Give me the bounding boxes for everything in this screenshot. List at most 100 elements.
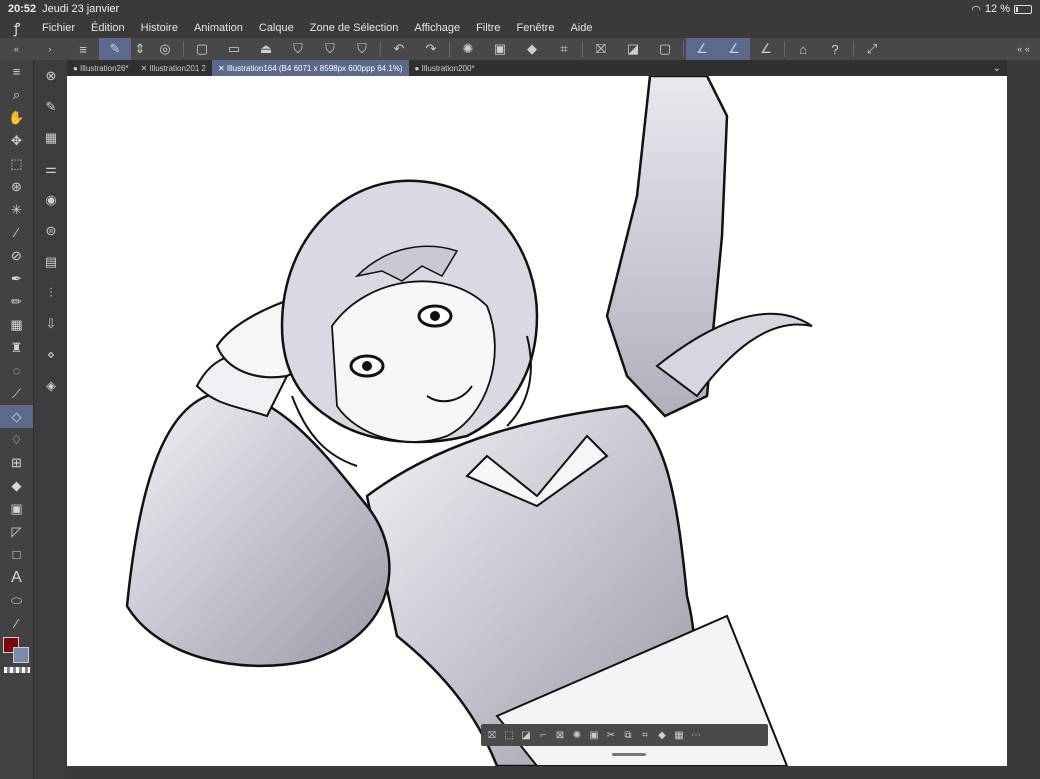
menu-edition[interactable]: Édition [83, 22, 133, 34]
paste-icon[interactable]: ⧉ [621, 728, 635, 742]
collapse-right-icon[interactable]: « « [1007, 38, 1040, 60]
drawing-canvas[interactable] [67, 76, 1007, 766]
expand-selection-icon[interactable]: ⌐ [536, 728, 550, 742]
pen-tool-icon[interactable]: ✒ [0, 267, 33, 290]
document-tabs: ● Illustration26* ✕ Illustration201 2 ✕ … [67, 60, 1007, 76]
menu-fenetre[interactable]: Fenêtre [509, 22, 563, 34]
clear-selection-icon[interactable]: ✺ [570, 728, 584, 742]
select-tool-icon[interactable]: ⬚ [0, 152, 33, 175]
copy-icon[interactable]: ▣ [587, 728, 601, 742]
airbrush-icon[interactable]: ♜ [0, 336, 33, 359]
hand-tool-icon[interactable]: ✋ [0, 106, 33, 129]
eyedropper-icon[interactable]: ⁄ [0, 221, 33, 244]
line-correction-icon[interactable]: ⁄ [0, 612, 33, 635]
snap-special-ruler-icon[interactable]: ∠ [718, 38, 750, 60]
fullscreen-icon[interactable]: ⤢ [856, 38, 888, 60]
export2-icon[interactable]: ⛉ [314, 38, 346, 60]
menu-aide[interactable]: Aide [562, 22, 600, 34]
pencil-tool-icon[interactable]: ✏ [0, 290, 33, 313]
tab-illustration200[interactable]: ● Illustration200* [409, 60, 481, 76]
color-set-icon[interactable]: ▦ [34, 122, 68, 153]
new-file-icon[interactable]: ▢ [186, 38, 218, 60]
material-icon[interactable]: ⇩ [34, 308, 68, 339]
color-wheel-icon[interactable]: ◉ [34, 184, 68, 215]
figure-tool-icon[interactable]: ◸ [0, 520, 33, 543]
collapse-left-icon[interactable]: « [0, 38, 33, 60]
select-all-icon[interactable]: ⬚ [502, 728, 516, 742]
fill-icon[interactable]: ◆ [516, 38, 548, 60]
text-tool-icon[interactable]: A [0, 566, 33, 589]
more-icon[interactable]: ⋯ [689, 728, 703, 742]
eraser-tool-icon[interactable]: ◇ [0, 405, 33, 428]
app-logo-icon[interactable]: ꝭ [0, 19, 34, 38]
move-tool-icon[interactable]: ✥ [0, 129, 33, 152]
balloon-tool-icon[interactable]: ⬭ [0, 589, 33, 612]
rectangle-tool-icon[interactable]: □ [0, 543, 33, 566]
pen-group-icon[interactable]: ⊘ [0, 244, 33, 267]
menu-animation[interactable]: Animation [186, 22, 251, 34]
tab-illustration201[interactable]: ✕ Illustration201 2 [135, 60, 212, 76]
fill-icon[interactable]: ◆ [655, 728, 669, 742]
gradient-tool-icon[interactable]: ▣ [0, 497, 33, 520]
layer-property-icon[interactable]: ▤ [34, 246, 68, 277]
deselect-icon[interactable]: ⛝ [485, 728, 499, 742]
quick-selection-toolbar: ⛝ ⬚ ◪ ⌐ ⊠ ✺ ▣ ✂ ⧉ ⌗ ◆ ▦ ⋯ [481, 724, 768, 746]
transform-icon[interactable]: ⌗ [548, 38, 580, 60]
copy-layer-icon[interactable]: ▣ [484, 38, 516, 60]
tone-icon[interactable]: ▦ [672, 728, 686, 742]
selection-border-icon[interactable]: ▢ [649, 38, 681, 60]
adjustments-icon[interactable]: ⫶ [34, 277, 68, 308]
redo-icon[interactable]: ↷ [415, 38, 447, 60]
tab-illustration164[interactable]: ✕ Illustration164 (B4 6071 x 8598px 600p… [211, 60, 409, 76]
blend-tool-icon[interactable]: ♢ [0, 428, 33, 451]
shrink-selection-icon[interactable]: ⊠ [553, 728, 567, 742]
edit-mode-icon[interactable]: ✎ [99, 38, 131, 60]
sub-color-swatch[interactable] [13, 647, 29, 663]
menu-list-icon[interactable]: ≡ [67, 38, 99, 60]
chevron-down-icon[interactable]: ⌄ [993, 63, 1007, 74]
magic-wand-icon[interactable]: ✳ [0, 198, 33, 221]
invert-selection-icon[interactable]: ◪ [617, 38, 649, 60]
companion-icon[interactable]: ◎ [149, 38, 181, 60]
tool-menu-icon[interactable]: ≡ [0, 60, 33, 83]
menu-filtre[interactable]: Filtre [468, 22, 508, 34]
menu-fichier[interactable]: Fichier [34, 22, 83, 34]
help-icon[interactable]: ? [819, 38, 851, 60]
menu-histoire[interactable]: Histoire [133, 22, 186, 34]
export3-icon[interactable]: ⛉ [346, 38, 378, 60]
menu-affichage[interactable]: Affichage [406, 22, 468, 34]
snap-grid-icon[interactable]: ∠ [750, 38, 782, 60]
zoom-tool-icon[interactable]: ⌕ [0, 83, 33, 106]
cut-icon[interactable]: ✂ [604, 728, 618, 742]
menu-zone-selection[interactable]: Zone de Sélection [302, 22, 407, 34]
brush-tool-icon[interactable]: ▦ [0, 313, 33, 336]
color-mix-icon[interactable]: ⋄ [34, 339, 68, 370]
home-indicator[interactable] [612, 753, 646, 756]
tab-illustration26[interactable]: ● Illustration26* [67, 60, 135, 76]
clear-icon[interactable]: ✺ [452, 38, 484, 60]
deselect-icon[interactable]: ⛝ [585, 38, 617, 60]
subtool-panel-icon[interactable]: ✎ [34, 91, 68, 122]
fill-tool-icon[interactable]: ◆ [0, 474, 33, 497]
layers-icon[interactable]: ◈ [34, 370, 68, 401]
switch-icon[interactable]: ⇕ [131, 38, 149, 60]
expand-panel-icon[interactable]: › [33, 38, 67, 60]
invert-icon[interactable]: ◪ [519, 728, 533, 742]
color-history-icon[interactable]: ⊜ [34, 215, 68, 246]
snap-ruler-icon[interactable]: ∠ [686, 38, 718, 60]
frame-tool-icon[interactable]: ⊞ [0, 451, 33, 474]
save-icon[interactable]: ⏏ [250, 38, 282, 60]
tool-property-icon[interactable]: ⚌ [34, 153, 68, 184]
decoration-tool-icon[interactable]: ◌ [0, 359, 33, 382]
marker-icon[interactable]: ⟋ [0, 382, 33, 405]
transparent-color-swatch[interactable] [4, 667, 30, 673]
export-icon[interactable]: ⛉ [282, 38, 314, 60]
open-folder-icon[interactable]: ▭ [218, 38, 250, 60]
status-date: Jeudi 23 janvier [42, 3, 120, 15]
learning-icon[interactable]: ⌂ [787, 38, 819, 60]
lasso-tool-icon[interactable]: ⊛ [0, 175, 33, 198]
undo-icon[interactable]: ↶ [383, 38, 415, 60]
transform-icon[interactable]: ⌗ [638, 728, 652, 742]
menu-calque[interactable]: Calque [251, 22, 302, 34]
navigator-icon[interactable]: ⊗ [34, 60, 68, 91]
